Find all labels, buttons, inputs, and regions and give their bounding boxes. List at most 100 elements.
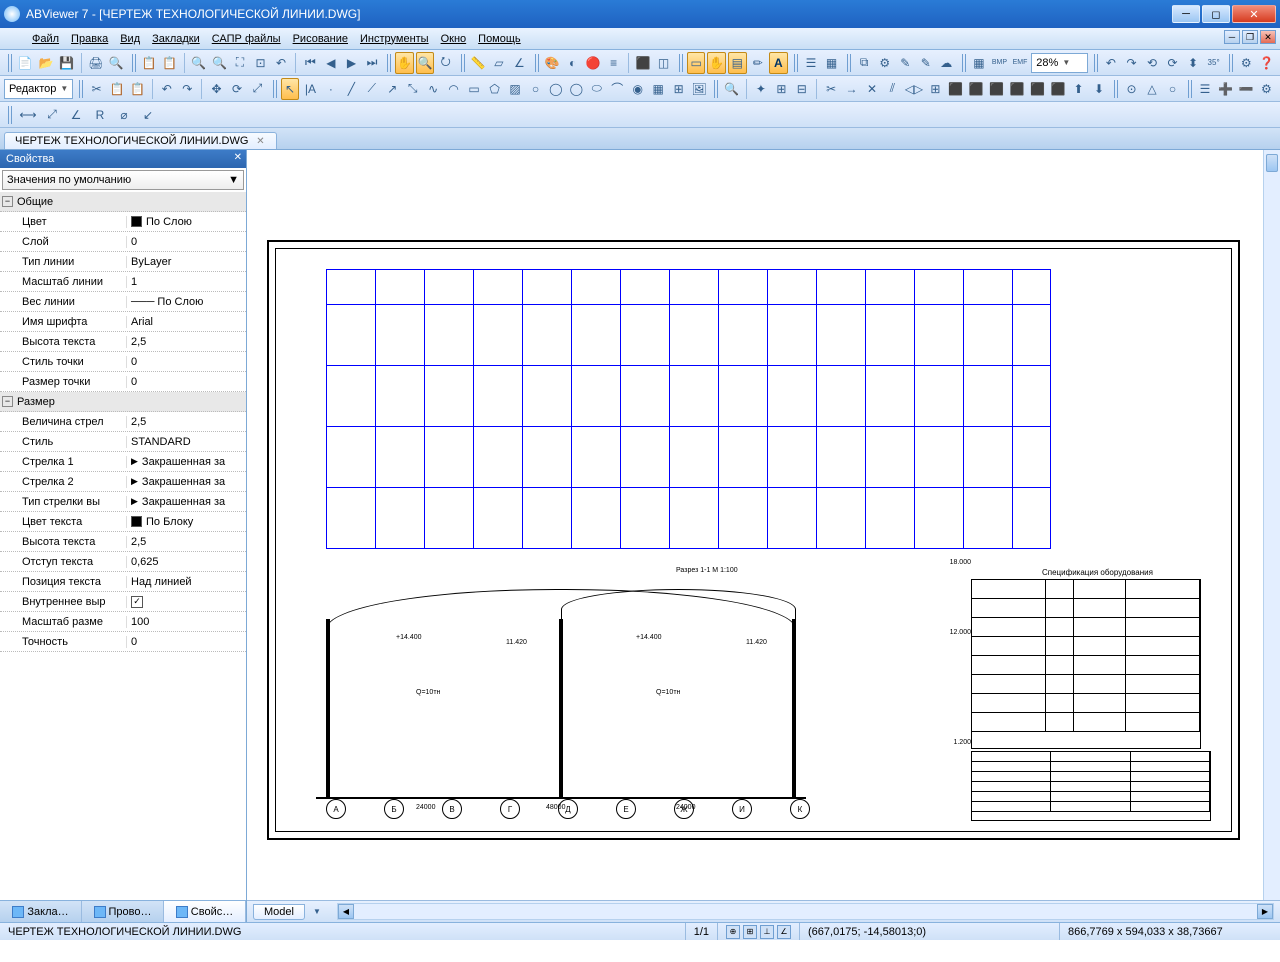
- align-right-button[interactable]: ⬛: [988, 78, 1006, 100]
- tab-explorer[interactable]: Прово…: [82, 901, 164, 922]
- property-row[interactable]: Тип стрелки вы▶Закрашенная за: [0, 492, 246, 512]
- property-row[interactable]: Тип линииByLayer: [0, 252, 246, 272]
- app-menu-icon[interactable]: [6, 32, 20, 46]
- mirror-button[interactable]: ◁▷: [904, 78, 924, 100]
- defaults-selector[interactable]: Значения по умолчанию▼: [2, 170, 244, 190]
- block-insert-tool[interactable]: ⊞: [669, 78, 687, 100]
- rotate-35-button[interactable]: 35°: [1204, 52, 1223, 74]
- image-insert-tool[interactable]: 🖼: [690, 78, 708, 100]
- toolbar-grip[interactable]: [1094, 54, 1098, 72]
- region-tool[interactable]: ▦: [649, 78, 667, 100]
- donut-tool[interactable]: ◉: [628, 78, 646, 100]
- toolbar-grip[interactable]: [535, 54, 539, 72]
- property-row[interactable]: ЦветПо Слою: [0, 212, 246, 232]
- ellipse-tool[interactable]: ⬭: [588, 78, 606, 100]
- export-emf-button[interactable]: EMF: [1011, 52, 1030, 74]
- array-button[interactable]: ⊞: [926, 78, 944, 100]
- move-button[interactable]: ✥: [207, 78, 225, 100]
- property-row[interactable]: СтильSTANDARD: [0, 432, 246, 452]
- annotate-button[interactable]: ✏: [749, 52, 768, 74]
- color-mono-button[interactable]: ◐: [563, 52, 582, 74]
- align-left-button[interactable]: ⬛: [947, 78, 965, 100]
- nav-last-button[interactable]: ⏭: [363, 52, 382, 74]
- snap-endpoint[interactable]: ⊙: [1122, 78, 1140, 100]
- property-row[interactable]: Имя шрифтаArial: [0, 312, 246, 332]
- help-button[interactable]: ❓: [1258, 52, 1277, 74]
- toolbar-grip[interactable]: [794, 54, 798, 72]
- child-restore-button[interactable]: ❐: [1242, 30, 1258, 44]
- horizontal-scrollbar[interactable]: ◀▶: [337, 903, 1274, 920]
- ray-tool[interactable]: ↗: [383, 78, 401, 100]
- selection-tool[interactable]: ↖: [281, 78, 299, 100]
- tab-bookmarks[interactable]: Закла…: [0, 901, 82, 922]
- rotate-right-button[interactable]: ⟳: [1163, 52, 1182, 74]
- align-top-button[interactable]: ⬛: [1008, 78, 1026, 100]
- rotate-3d-button[interactable]: ⬍: [1184, 52, 1203, 74]
- print-button[interactable]: 🖨: [87, 52, 106, 74]
- close-tab-icon[interactable]: ✕: [254, 135, 266, 147]
- toolbar-grip[interactable]: [847, 54, 851, 72]
- color-bg-button[interactable]: 🎨: [543, 52, 562, 74]
- toolbar-grip[interactable]: [273, 80, 277, 98]
- find-button[interactable]: 🔍: [722, 78, 740, 100]
- blocks-button[interactable]: ▦: [822, 52, 841, 74]
- ortho-icon[interactable]: ⊞: [743, 925, 757, 939]
- undo-edit-button[interactable]: ↶: [158, 78, 176, 100]
- circle-tool[interactable]: ○: [526, 78, 544, 100]
- property-row[interactable]: Масштаб линии1: [0, 272, 246, 292]
- zoom-in-button[interactable]: 🔍: [190, 52, 209, 74]
- group-button[interactable]: ⊞: [772, 78, 790, 100]
- align-middle-button[interactable]: ⬛: [1028, 78, 1046, 100]
- nav-first-button[interactable]: ⏮: [301, 52, 320, 74]
- property-row[interactable]: Слой0: [0, 232, 246, 252]
- break-button[interactable]: ✕: [863, 78, 881, 100]
- property-row[interactable]: Величина стрел2,5: [0, 412, 246, 432]
- dim-angular-button[interactable]: ∠: [65, 104, 87, 126]
- dim-aligned-button[interactable]: ⤢: [41, 104, 63, 126]
- align-bottom-button[interactable]: ⬛: [1049, 78, 1067, 100]
- redline-button[interactable]: ✎: [917, 52, 936, 74]
- menu-help[interactable]: Помощь: [478, 33, 521, 45]
- zoom-prev-button[interactable]: ↶: [272, 52, 291, 74]
- text-mode-button[interactable]: ▤: [728, 52, 747, 74]
- spline-tool[interactable]: ∿: [424, 78, 442, 100]
- rotate-button[interactable]: ⟳: [228, 78, 246, 100]
- toolbar-grip[interactable]: [8, 54, 12, 72]
- property-row[interactable]: Стрелка 2▶Закрашенная за: [0, 472, 246, 492]
- close-button[interactable]: ✕: [1232, 5, 1276, 23]
- point-tool[interactable]: ·: [322, 78, 340, 100]
- zoom-realtime-button[interactable]: 🔍: [416, 52, 435, 74]
- property-row[interactable]: Размер точки0: [0, 372, 246, 392]
- new-file-button[interactable]: 📄: [16, 52, 35, 74]
- layer-del-button[interactable]: ➖: [1237, 78, 1255, 100]
- snap-center[interactable]: ○: [1163, 78, 1181, 100]
- paste-edit-button[interactable]: 📋: [128, 78, 146, 100]
- child-minimize-button[interactable]: ─: [1224, 30, 1240, 44]
- bring-front-button[interactable]: ⬆: [1069, 78, 1087, 100]
- arc-tool[interactable]: ◠: [444, 78, 462, 100]
- property-row[interactable]: Высота текста2,5: [0, 332, 246, 352]
- model-tab[interactable]: Model: [253, 904, 305, 920]
- menu-edit[interactable]: Правка: [71, 33, 108, 45]
- line-tool[interactable]: ╱: [342, 78, 360, 100]
- status-snap-toggles[interactable]: ⊕ ⊞ ⊥ ∠: [718, 923, 800, 940]
- trim-button[interactable]: ✂: [822, 78, 840, 100]
- toolbar-grip[interactable]: [8, 106, 13, 124]
- tab-nav-button[interactable]: ▼: [309, 901, 325, 923]
- zoom-out-button[interactable]: 🔍: [210, 52, 229, 74]
- rect-tool[interactable]: ▭: [465, 78, 483, 100]
- grid-toggle[interactable]: ▦: [970, 52, 989, 74]
- measure-area-button[interactable]: ▱: [490, 52, 509, 74]
- menu-view[interactable]: Вид: [120, 33, 140, 45]
- measure-dist-button[interactable]: 📏: [469, 52, 488, 74]
- ungroup-button[interactable]: ⊟: [793, 78, 811, 100]
- paste-button[interactable]: 📋: [160, 52, 179, 74]
- settings-button[interactable]: ⚙: [1237, 52, 1256, 74]
- maximize-button[interactable]: ◻: [1202, 5, 1230, 23]
- toolbar-grip[interactable]: [79, 80, 83, 98]
- cloud-button[interactable]: ☁: [937, 52, 956, 74]
- menu-drawing[interactable]: Рисование: [293, 33, 348, 45]
- panel-close-icon[interactable]: ✕: [234, 152, 242, 163]
- toolbar-grip[interactable]: [1188, 80, 1192, 98]
- zoom-combo[interactable]: 28%▼: [1031, 53, 1087, 73]
